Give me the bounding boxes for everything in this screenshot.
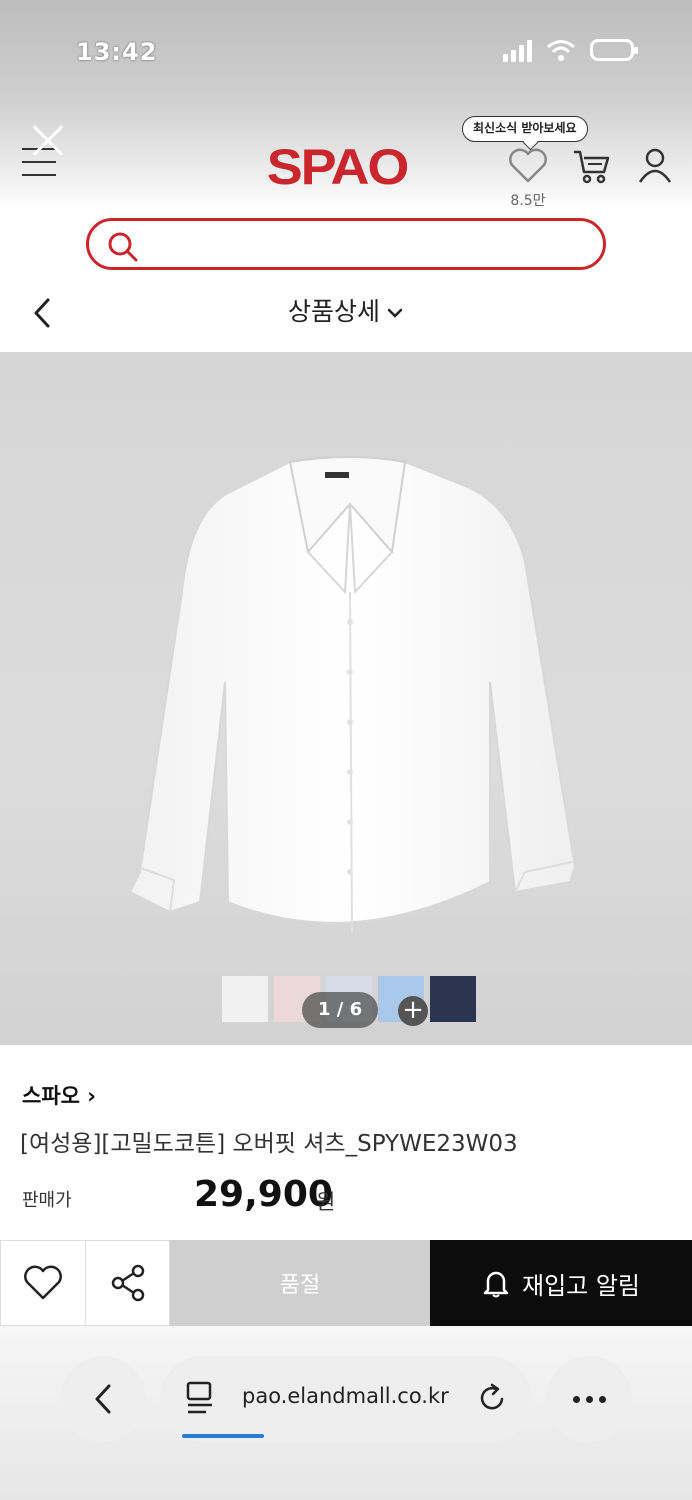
url-text[interactable]: pao.elandmall.co.kr (242, 1384, 449, 1408)
site-header: SPAO 최신소식 받아보세요 8.5만 (0, 100, 692, 210)
address-bar[interactable]: pao.elandmall.co.kr (160, 1356, 532, 1442)
bell-icon (483, 1271, 509, 1298)
cart-icon[interactable] (572, 148, 612, 186)
share-button[interactable] (86, 1240, 170, 1326)
image-pager: 1 / 6 (302, 992, 379, 1028)
status-time: 13:42 (76, 38, 158, 66)
purchase-action-bar: 품절 재입고 알림 (0, 1240, 692, 1326)
price-label: 판매가 (22, 1190, 72, 1211)
page-title-bar: 상품상세 (0, 280, 692, 352)
chevron-down-icon (387, 308, 403, 318)
search-input[interactable] (149, 229, 589, 259)
product-image[interactable] (0, 352, 692, 1045)
browser-toolbar: pao.elandmall.co.kr (0, 1326, 692, 1500)
search-bar[interactable] (86, 218, 606, 270)
soldout-button[interactable]: 품절 (170, 1240, 430, 1326)
spao-logo[interactable]: SPAO (267, 138, 410, 196)
status-bar: 13:42 (0, 0, 692, 100)
price-unit: 원 (316, 1190, 336, 1214)
more-options-button[interactable] (546, 1356, 632, 1442)
price-value: 29,900 (194, 1174, 333, 1215)
page-title-dropdown[interactable]: 상품상세 (0, 292, 692, 328)
search-icon[interactable] (107, 231, 139, 263)
close-icon[interactable] (28, 120, 68, 160)
page-title: 상품상세 (287, 297, 380, 326)
tabs-icon[interactable] (184, 1380, 216, 1416)
page-load-progress (182, 1434, 264, 1438)
wishlist-count: 8.5만 (510, 193, 546, 209)
brand-link[interactable]: 스파오 › (22, 1080, 96, 1110)
product-name: [여성용][고밀도코튼] 오버핏 셔츠_SPYWE23W03 (20, 1131, 518, 1157)
white-shirt-image (130, 456, 577, 933)
chevron-left-icon (95, 1384, 111, 1414)
battery-icon (590, 39, 638, 61)
restock-alert-button[interactable]: 재입고 알림 (430, 1240, 692, 1326)
thumbnail-navy[interactable] (430, 976, 476, 1022)
heart-icon (509, 148, 547, 183)
restock-label: 재입고 알림 (521, 1271, 641, 1300)
heart-outline-icon (24, 1265, 62, 1300)
browser-back-button[interactable] (60, 1356, 146, 1442)
share-icon (111, 1264, 144, 1302)
wishlist-header-button[interactable]: 8.5만 (506, 148, 550, 210)
wifi-icon (547, 40, 575, 61)
status-icons (503, 38, 638, 62)
expand-images-button[interactable]: + (398, 996, 428, 1026)
wishlist-button[interactable] (0, 1240, 86, 1326)
newsletter-tooltip[interactable]: 최신소식 받아보세요 (462, 116, 588, 142)
signal-icon (503, 38, 532, 62)
user-icon[interactable] (638, 148, 672, 184)
thumbnail-white[interactable] (222, 976, 268, 1022)
reload-icon[interactable] (478, 1382, 508, 1414)
